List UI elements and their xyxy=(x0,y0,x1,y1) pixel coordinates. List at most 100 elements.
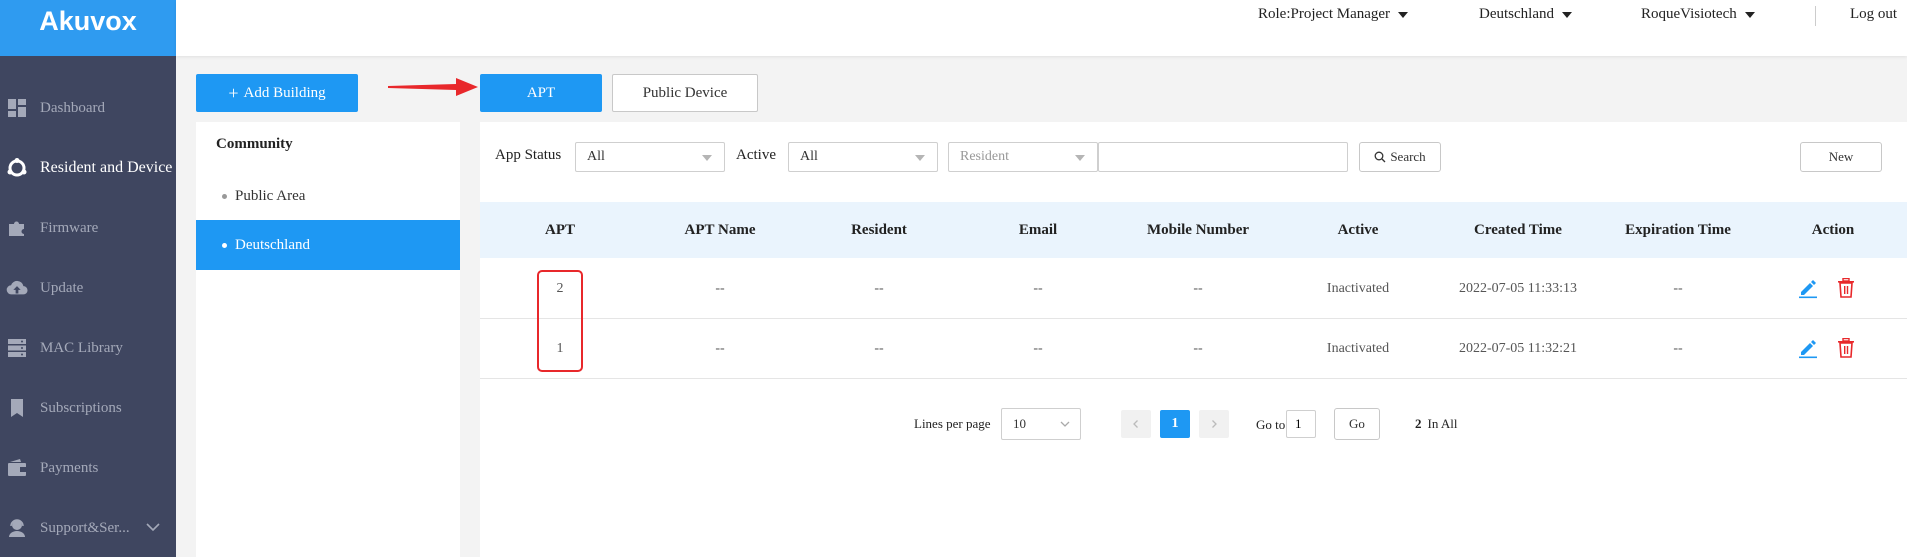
cell-created-time: 2022-07-05 11:33:13 xyxy=(1458,281,1578,296)
goto-label: Go to xyxy=(1256,417,1286,432)
sidebar-item-label: Payments xyxy=(40,459,99,476)
sidebar-item-label: Subscriptions xyxy=(40,399,122,416)
column-header-mobile-number[interactable]: Mobile Number xyxy=(1118,202,1278,258)
column-header-apt[interactable]: APT xyxy=(480,202,640,258)
top-header: Role:Project Manager Deutschland RoqueVi… xyxy=(176,0,1907,56)
community-dropdown[interactable]: Deutschland xyxy=(1479,6,1572,23)
community-item-deutschland[interactable]: Deutschland xyxy=(196,220,460,270)
chevron-left-icon xyxy=(1133,420,1138,428)
go-button-label: Go xyxy=(1349,416,1365,431)
page-1-button[interactable]: 1 xyxy=(1160,410,1190,438)
apt-panel: App Status All Active All Resident Searc… xyxy=(480,122,1907,557)
add-building-label: Add Building xyxy=(243,84,326,101)
caret-down-icon xyxy=(1744,11,1755,18)
caret-down-icon xyxy=(1075,155,1085,161)
sidebar-item-update[interactable]: Update xyxy=(0,270,176,306)
sidebar-item-mac-library[interactable]: MAC Library xyxy=(0,330,176,366)
sidebar-item-dashboard[interactable]: Dashboard xyxy=(0,90,176,126)
cell-apt-name: -- xyxy=(715,341,725,356)
column-header-created-time[interactable]: Created Time xyxy=(1438,202,1598,258)
sidebar-item-firmware[interactable]: Firmware xyxy=(0,210,176,246)
sidebar-item-subscriptions[interactable]: Subscriptions xyxy=(0,390,176,426)
active-select[interactable]: All xyxy=(788,142,938,172)
sidebar-item-label: Firmware xyxy=(40,219,99,236)
search-icon xyxy=(1374,151,1386,163)
server-icon xyxy=(6,337,28,359)
lines-per-page-select[interactable]: 10 xyxy=(1001,408,1081,440)
sidebar-item-resident-and-device[interactable]: Resident and Device xyxy=(0,150,176,186)
role-dropdown[interactable]: Role:Project Manager xyxy=(1258,6,1409,23)
app-status-value: All xyxy=(587,149,605,164)
puzzle-icon xyxy=(6,217,28,239)
column-header-active[interactable]: Active xyxy=(1278,202,1438,258)
support-icon xyxy=(6,517,28,539)
go-button[interactable]: Go xyxy=(1334,408,1380,440)
active-label: Active xyxy=(736,147,776,163)
cell-expiration-time: -- xyxy=(1673,281,1683,296)
app-status-label: App Status xyxy=(495,147,562,163)
delete-icon[interactable] xyxy=(1834,336,1858,360)
wallet-icon xyxy=(6,457,28,479)
column-header-email[interactable]: Email xyxy=(958,202,1118,258)
logout-label: Log out xyxy=(1850,6,1898,22)
edit-icon[interactable] xyxy=(1796,276,1820,300)
column-header-apt-name[interactable]: APT Name xyxy=(640,202,800,258)
cell-active: Inactivated xyxy=(1326,341,1390,356)
table-row[interactable]: 1 -- -- -- -- Inactivated 2022-07-05 11:… xyxy=(480,319,1907,379)
next-page-button[interactable] xyxy=(1199,410,1229,438)
tab-apt-label: APT xyxy=(526,84,556,101)
new-button[interactable]: New xyxy=(1800,142,1882,172)
caret-down-icon xyxy=(702,155,712,161)
app-status-select[interactable]: All xyxy=(575,142,725,172)
table-row[interactable]: 2 -- -- -- -- Inactivated 2022-07-05 11:… xyxy=(480,259,1907,319)
lines-per-page-label: Lines per page xyxy=(914,416,991,431)
role-label: Role:Project Manager xyxy=(1258,6,1391,22)
prev-page-button[interactable] xyxy=(1121,410,1151,438)
community-item-label: Public Area xyxy=(235,187,306,204)
table-header: APT APT Name Resident Email Mobile Numbe… xyxy=(480,202,1907,258)
bookmark-icon xyxy=(6,397,28,419)
community-label: Deutschland xyxy=(1479,6,1554,22)
column-header-action: Action xyxy=(1811,221,1855,238)
delete-icon[interactable] xyxy=(1834,276,1858,300)
community-item-public-area[interactable]: Public Area xyxy=(196,171,460,221)
dashboard-icon xyxy=(6,97,28,119)
column-header-expiration-time[interactable]: Expiration Time xyxy=(1598,202,1758,258)
plus-icon: + xyxy=(228,83,239,103)
annotation-arrow-icon xyxy=(388,78,478,96)
column-header-resident[interactable]: Resident xyxy=(800,202,958,258)
cell-resident: -- xyxy=(874,281,884,296)
sidebar-item-payments[interactable]: Payments xyxy=(0,450,176,486)
goto-page-input[interactable] xyxy=(1286,410,1316,438)
total-count-label: In All xyxy=(1427,416,1458,431)
bullet-icon xyxy=(222,193,227,199)
new-button-label: New xyxy=(1828,149,1854,164)
chevron-down-icon[interactable] xyxy=(146,520,160,537)
search-button[interactable]: Search xyxy=(1359,142,1441,172)
total-count: 2 In All xyxy=(1415,416,1457,432)
edit-icon[interactable] xyxy=(1796,336,1820,360)
chevron-down-icon xyxy=(1059,418,1071,430)
add-building-button[interactable]: + Add Building xyxy=(196,74,358,112)
user-dropdown[interactable]: RoqueVisiotech xyxy=(1641,6,1755,23)
tab-apt[interactable]: APT xyxy=(480,74,602,112)
sidebar-item-label: Resident and Device xyxy=(40,159,173,176)
sidebar-item-label: Dashboard xyxy=(40,99,105,116)
tab-public-device[interactable]: Public Device xyxy=(612,74,758,112)
cell-active: Inactivated xyxy=(1326,281,1390,296)
sidebar-item-label: Update xyxy=(40,279,84,296)
sidebar-item-support[interactable]: Support&Ser... xyxy=(0,510,176,546)
header-divider xyxy=(1815,6,1816,26)
caret-down-icon xyxy=(915,155,925,161)
total-count-value: 2 xyxy=(1415,416,1422,431)
logout-link[interactable]: Log out xyxy=(1850,6,1897,23)
cell-mobile-number: -- xyxy=(1193,341,1203,356)
cell-email: -- xyxy=(1033,281,1043,296)
active-value: All xyxy=(800,149,818,164)
search-type-select[interactable]: Resident xyxy=(948,142,1098,172)
community-title: Community xyxy=(216,136,293,152)
cell-created-time: 2022-07-05 11:32:21 xyxy=(1458,341,1578,356)
sidebar-item-label: Support&Ser... xyxy=(40,519,130,536)
search-input[interactable] xyxy=(1098,142,1348,172)
cell-email: -- xyxy=(1033,341,1043,356)
